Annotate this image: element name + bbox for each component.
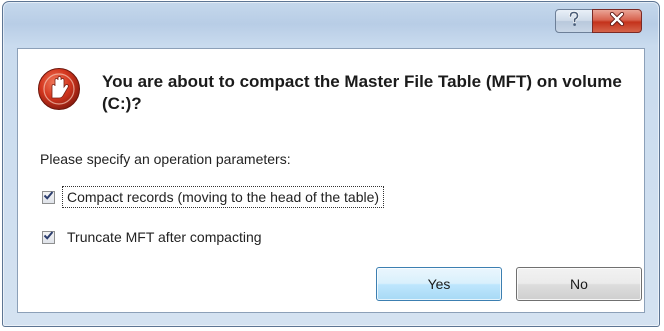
compact-records-checkbox[interactable] <box>42 188 55 206</box>
close-button[interactable] <box>592 9 642 33</box>
title-bar[interactable] <box>3 2 659 46</box>
compact-records-option[interactable]: Compact records (moving to the head of t… <box>42 186 385 208</box>
dialog-window: You are about to compact the Master File… <box>2 1 660 327</box>
close-x-icon <box>609 11 625 31</box>
yes-button[interactable]: Yes <box>376 267 502 301</box>
truncate-mft-checkbox[interactable] <box>42 228 55 246</box>
help-button[interactable] <box>555 9 593 33</box>
no-button[interactable]: No <box>516 267 642 301</box>
compact-records-label[interactable]: Compact records (moving to the head of t… <box>61 186 385 208</box>
truncate-mft-label[interactable]: Truncate MFT after compacting <box>63 227 266 247</box>
checkmark-icon <box>43 228 54 246</box>
question-mark-icon <box>567 10 581 32</box>
checkmark-icon <box>43 188 54 206</box>
dialog-heading: You are about to compact the Master File… <box>102 72 622 113</box>
hand-on-red-circle-icon <box>37 67 81 111</box>
dialog-content: You are about to compact the Master File… <box>17 48 645 313</box>
prompt-text: Please specify an operation parameters: <box>40 151 291 167</box>
truncate-mft-option[interactable]: Truncate MFT after compacting <box>42 227 266 247</box>
